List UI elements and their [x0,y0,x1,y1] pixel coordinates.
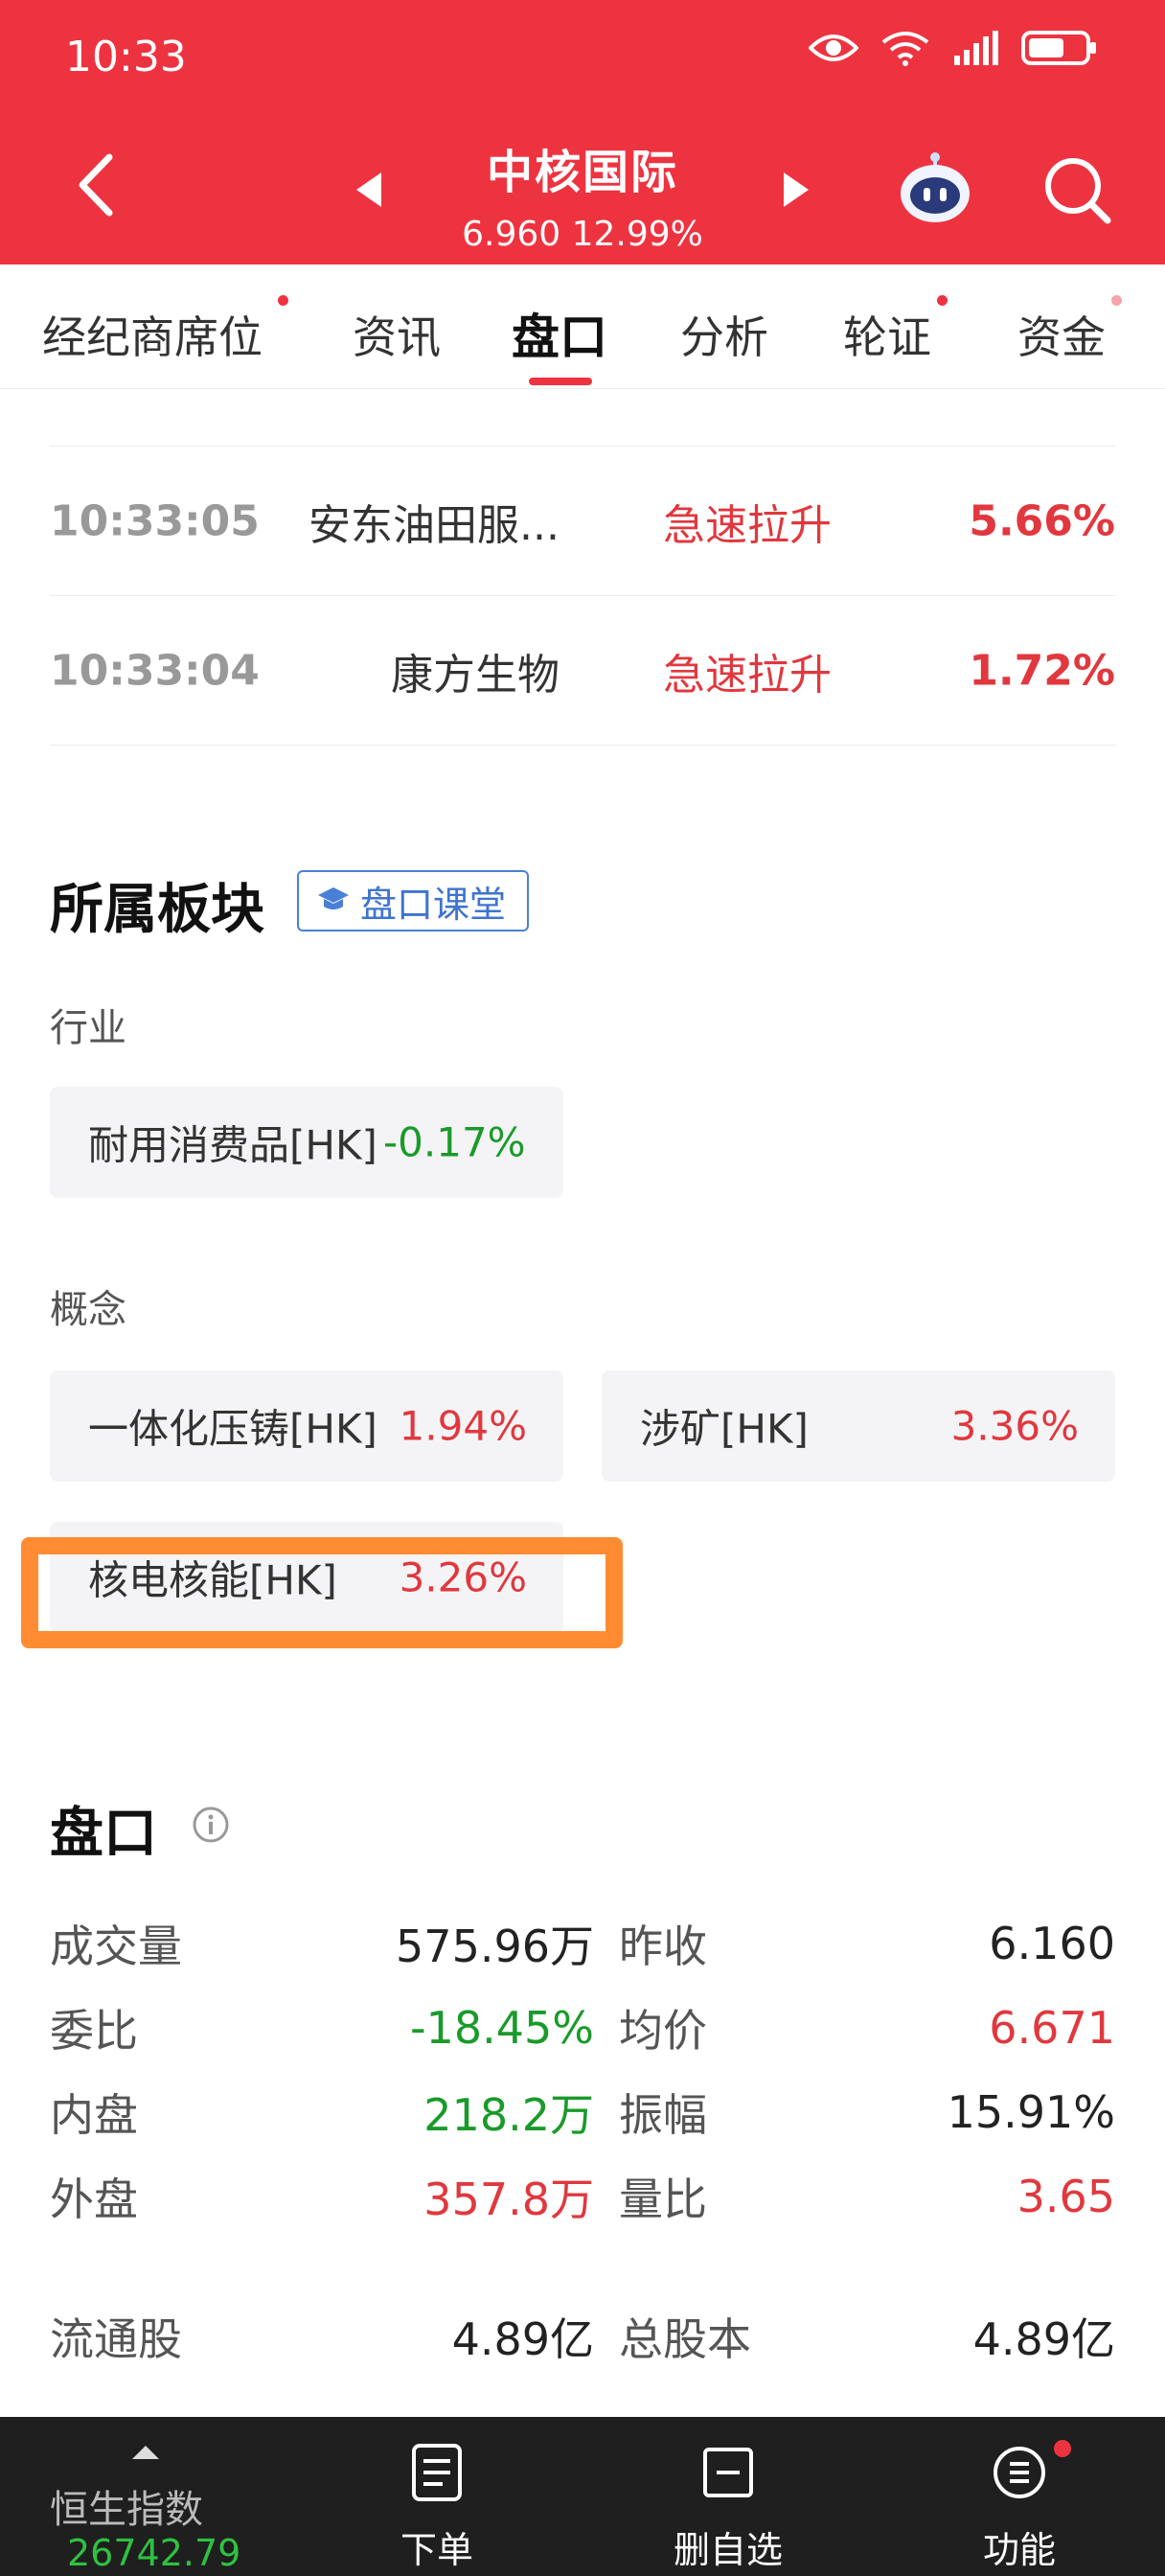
quote-value: 4.89亿 [972,2313,1115,2365]
quote-title: 盘口 [50,1803,157,1865]
alert-pct: 1.72% [969,646,1115,695]
app-header: 10:33 中核国际 6.960 12.99% [0,0,1165,264]
quote-label: 成交量 [50,1920,182,1972]
tab-broker-seats[interactable]: 经纪商席位 [42,303,263,366]
quote-value: 6.160 [989,1918,1115,1969]
chip-pct: -0.17% [383,1118,526,1166]
remove-watchlist-label: 删自选 [673,2529,783,2571]
chip-pct: 3.36% [950,1402,1079,1450]
quote-value: 4.89亿 [451,2313,594,2365]
alert-time: 10:33:05 [50,496,260,545]
bottom-bar: 恒生指数 26742.79 下单 删自选 功能 [0,2417,1165,2576]
list-item-partial [50,389,1115,447]
eye-icon [809,34,858,61]
tab-analysis[interactable]: 分析 [680,303,768,366]
next-stock-icon[interactable] [784,172,809,207]
quote-value: -18.45% [410,2002,594,2054]
list-item[interactable]: 10:33:04 康方生物 急速拉升 1.72% [50,596,1115,746]
quote-label: 量比 [619,2174,707,2225]
tab-news[interactable]: 资讯 [353,303,441,366]
tab-warrants-dot [937,295,948,306]
alert-type: 急速拉升 [663,500,832,550]
index-value: 26742.79 [67,2532,241,2574]
alert-pct: 5.66% [969,496,1115,545]
highlight-annotation-box [21,1537,623,1648]
quote-label: 总股本 [619,2313,751,2365]
list-item[interactable]: 10:33:05 安东油田服... 急速拉升 5.66% [50,447,1115,596]
tab-order-book[interactable]: 盘口 [512,299,607,368]
alert-time: 10:33:04 [50,646,260,695]
chip-name: 耐用消费品[HK] [88,1121,377,1169]
graduation-cap-icon [318,887,349,909]
tab-bar: 经纪商席位 资讯 盘口 分析 轮证 资金 [0,264,1165,389]
robot-assistant-icon[interactable] [897,150,973,226]
quote-label: 流通股 [50,2313,182,2365]
function-button[interactable]: 功能 [924,2417,1115,2576]
chip-pct: 1.94% [399,1402,527,1450]
quote-value: 15.91% [947,2086,1115,2138]
tab-broker-seats-dot [278,295,288,306]
quote-row: 流通股 4.89亿 总股本 4.89亿 [50,2298,1115,2375]
order-label: 下单 [400,2529,473,2571]
expand-up-icon[interactable] [132,2446,159,2459]
quote-row: 成交量 575.96万 昨收 6.160 [50,1905,1115,1982]
signal-icon [954,31,998,65]
quote-label: 委比 [50,2005,138,2057]
remove-watchlist-icon [703,2448,753,2497]
concept-chip[interactable]: 一体化压铸[HK] 1.94% [50,1370,563,1482]
concept-chip[interactable]: 涉矿[HK] 3.36% [602,1370,1115,1482]
remove-watchlist-button[interactable]: 删自选 [632,2417,824,2576]
tab-warrants[interactable]: 轮证 [843,303,931,366]
quote-value: 357.8万 [423,2174,594,2225]
function-label: 功能 [982,2529,1056,2571]
quote-label: 昨收 [619,1920,707,1972]
battery-icon [1021,31,1096,65]
quote-row: 内盘 218.2万 振幅 15.91% [50,2074,1115,2150]
quote-value: 218.2万 [423,2089,594,2141]
quote-label: 外盘 [50,2174,138,2225]
function-notification-dot [1054,2440,1071,2457]
active-tab-underline [529,378,592,385]
stock-change-pct: 12.99% [571,215,703,254]
chip-name: 涉矿[HK] [640,1405,809,1453]
quote-value: 6.671 [989,2002,1115,2054]
course-badge[interactable]: 盘口课堂 [297,870,529,932]
alert-stock-name: 康方生物 [391,650,560,700]
alert-type: 急速拉升 [663,650,832,700]
quote-label: 内盘 [50,2089,138,2141]
status-icons [809,29,1098,67]
industry-label: 行业 [50,1006,126,1050]
concept-label: 概念 [50,1288,126,1332]
alert-stock-name: 安东油田服... [308,500,560,550]
search-icon[interactable] [1040,153,1113,226]
stock-price: 6.960 [462,215,561,254]
stock-name: 中核国际 [486,146,678,199]
chip-name: 一体化压铸[HK] [88,1405,377,1453]
stock-title: 中核国际 6.960 12.99% [0,134,1165,254]
quote-value: 575.96万 [396,1920,594,1972]
order-form-icon [412,2444,462,2501]
quote-label: 振幅 [619,2089,707,2141]
order-button[interactable]: 下单 [341,2417,533,2576]
quote-label: 均价 [619,2005,707,2057]
quote-row: 委比 -18.45% 均价 6.671 [50,1990,1115,2066]
stock-quote: 6.960 12.99% [0,215,1165,254]
course-badge-label: 盘口课堂 [360,883,507,926]
info-icon[interactable] [192,1806,230,1844]
quote-row: 外盘 357.8万 量比 3.65 [50,2158,1115,2235]
index-name[interactable]: 恒生指数 [50,2478,203,2534]
wifi-icon [881,32,929,66]
industry-chip[interactable]: 耐用消费品[HK] -0.17% [50,1087,563,1198]
tab-funds-dot [1111,295,1122,306]
menu-circle-icon [994,2447,1045,2498]
status-time: 10:33 [65,33,187,81]
sectors-title: 所属板块 [50,879,264,941]
tab-funds[interactable]: 资金 [1017,303,1106,366]
quote-value: 3.65 [1017,2171,1115,2222]
